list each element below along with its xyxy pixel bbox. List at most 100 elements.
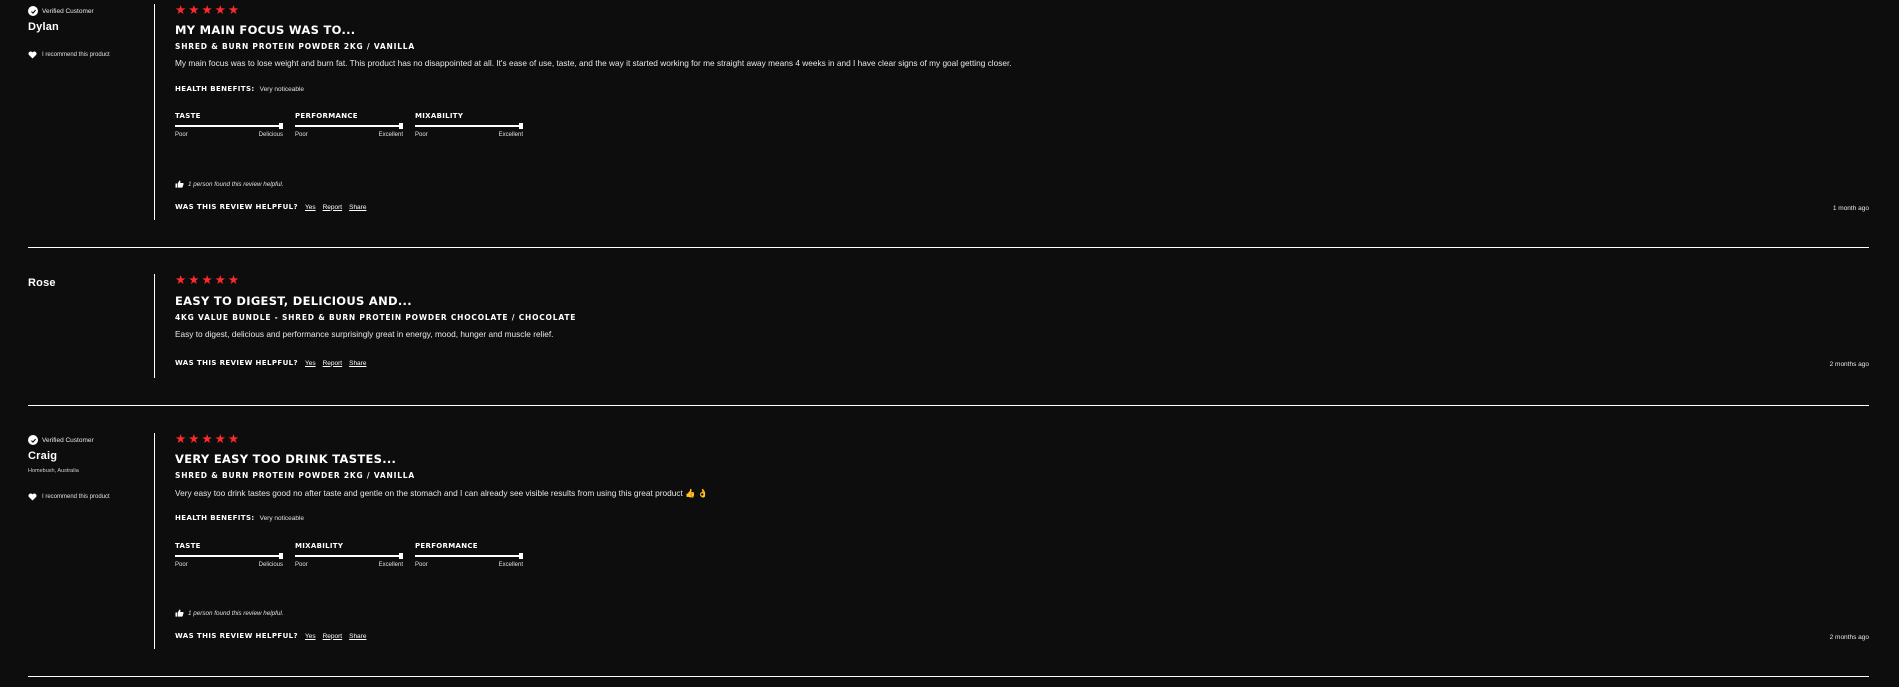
vertical-divider <box>154 4 155 220</box>
star-icon: ★ <box>201 3 213 17</box>
rating-sliders: TASTE Poor Delicious MIXABILITY Poor Exc… <box>175 542 523 568</box>
star-icon: ★ <box>201 273 213 287</box>
slider-max-label: Delicious <box>258 132 283 138</box>
helpful-count-text: 1 person found this review helpful. <box>188 609 284 617</box>
slider-track <box>295 123 403 129</box>
star-icon: ★ <box>214 3 226 17</box>
reviewer-name: Craig <box>28 450 58 462</box>
rating-slider: PERFORMANCE Poor Excellent <box>295 112 403 138</box>
slider-scale: Poor Delicious <box>175 132 283 138</box>
share-link[interactable]: Share <box>349 360 366 367</box>
star-icon: ★ <box>175 432 187 446</box>
slider-scale: Poor Delicious <box>175 562 283 568</box>
helpful-count: 1 person found this review helpful. <box>175 180 284 188</box>
slider-thumb <box>279 123 283 129</box>
heart-icon <box>28 493 37 501</box>
helpful-count-text: 1 person found this review helpful. <box>188 180 284 188</box>
verified-label: Verified Customer <box>42 7 94 15</box>
report-link[interactable]: Report <box>323 204 343 211</box>
star-rating: ★ ★ ★ ★ ★ <box>175 3 239 17</box>
slider-min-label: Poor <box>295 132 308 138</box>
review-separator <box>28 405 1869 406</box>
report-link[interactable]: Report <box>323 360 343 367</box>
rating-slider: MIXABILITY Poor Excellent <box>295 542 403 568</box>
slider-scale: Poor Excellent <box>295 562 403 568</box>
helpful-yes-link[interactable]: Yes <box>305 360 316 367</box>
recommend-indicator: I recommend this product <box>28 51 110 59</box>
review-separator <box>28 676 1869 677</box>
review-date: 1 month ago <box>1832 205 1869 212</box>
slider-track <box>415 123 523 129</box>
review-title: EASY TO DIGEST, DELICIOUS AND... <box>175 294 412 308</box>
slider-min-label: Poor <box>175 562 188 568</box>
recommend-label: I recommend this product <box>42 494 110 500</box>
slider-min-label: Poor <box>175 132 188 138</box>
rating-sliders: TASTE Poor Delicious PERFORMANCE Poor Ex… <box>175 112 523 138</box>
review-card: Verified Customer Craig Homebush, Austra… <box>28 429 1869 651</box>
star-icon: ★ <box>188 3 200 17</box>
slider-min-label: Poor <box>415 132 428 138</box>
reviewer-info: Rose <box>28 270 155 380</box>
report-link[interactable]: Report <box>323 633 343 640</box>
slider-label: TASTE <box>175 542 201 550</box>
slider-thumb <box>519 553 523 559</box>
reviewer-info: Verified Customer Dylan I recommend this… <box>28 0 155 222</box>
reviewer-info: Verified Customer Craig Homebush, Austra… <box>28 429 155 651</box>
helpful-question: WAS THIS REVIEW HELPFUL? <box>175 203 298 211</box>
slider-label: MIXABILITY <box>415 112 464 120</box>
slider-label: PERFORMANCE <box>415 542 478 550</box>
vertical-divider <box>154 274 155 378</box>
health-benefits-value: Very noticeable <box>259 85 305 93</box>
thumbs-up-icon <box>175 609 184 617</box>
slider-min-label: Poor <box>415 562 428 568</box>
slider-track <box>175 123 283 129</box>
helpful-question: WAS THIS REVIEW HELPFUL? <box>175 359 298 367</box>
check-circle-icon <box>28 435 38 445</box>
star-icon: ★ <box>214 273 226 287</box>
slider-thumb <box>519 123 523 129</box>
vertical-divider <box>154 433 155 649</box>
star-rating: ★ ★ ★ ★ ★ <box>175 273 239 287</box>
slider-thumb <box>399 123 403 129</box>
health-benefits: HEALTH BENEFITS: Very noticeable <box>175 85 304 93</box>
slider-scale: Poor Excellent <box>415 132 523 138</box>
review-separator <box>28 247 1869 248</box>
check-circle-icon <box>28 6 38 16</box>
star-icon: ★ <box>201 432 213 446</box>
product-name: SHRED & BURN PROTEIN POWDER 2KG / VANILL… <box>175 42 415 51</box>
slider-max-label: Excellent <box>498 132 523 138</box>
helpful-question: WAS THIS REVIEW HELPFUL? <box>175 632 298 640</box>
slider-max-label: Excellent <box>498 562 523 568</box>
rating-slider: MIXABILITY Poor Excellent <box>415 112 523 138</box>
slider-track <box>175 553 283 559</box>
slider-label: TASTE <box>175 112 201 120</box>
review-date: 2 months ago <box>1829 361 1869 368</box>
slider-track <box>415 553 523 559</box>
heart-icon <box>28 51 37 59</box>
reviewer-name: Rose <box>28 277 56 289</box>
star-icon: ★ <box>227 432 240 446</box>
star-icon: ★ <box>188 273 200 287</box>
review-card: Rose ★ ★ ★ ★ ★ EASY TO DIGEST, DELICIOUS… <box>28 270 1869 380</box>
share-link[interactable]: Share <box>349 633 366 640</box>
thumbs-up-icon <box>175 180 184 188</box>
health-benefits-value: Very noticeable <box>259 514 305 522</box>
helpful-yes-link[interactable]: Yes <box>305 204 316 211</box>
recommend-indicator: I recommend this product <box>28 493 110 501</box>
verified-customer-badge: Verified Customer <box>28 435 94 445</box>
slider-min-label: Poor <box>295 562 308 568</box>
helpful-yes-link[interactable]: Yes <box>305 633 316 640</box>
slider-max-label: Excellent <box>378 132 403 138</box>
reviewer-location: Homebush, Australia <box>28 468 79 474</box>
share-link[interactable]: Share <box>349 204 366 211</box>
rating-slider: TASTE Poor Delicious <box>175 112 283 138</box>
helpful-count: 1 person found this review helpful. <box>175 609 284 617</box>
slider-max-label: Excellent <box>378 562 403 568</box>
health-benefits: HEALTH BENEFITS: Very noticeable <box>175 514 304 522</box>
star-icon: ★ <box>175 273 187 287</box>
recommend-label: I recommend this product <box>42 52 110 58</box>
slider-track <box>295 553 403 559</box>
slider-label: MIXABILITY <box>295 542 344 550</box>
review-card: Verified Customer Dylan I recommend this… <box>28 0 1869 222</box>
health-benefits-label: HEALTH BENEFITS: <box>175 514 255 522</box>
